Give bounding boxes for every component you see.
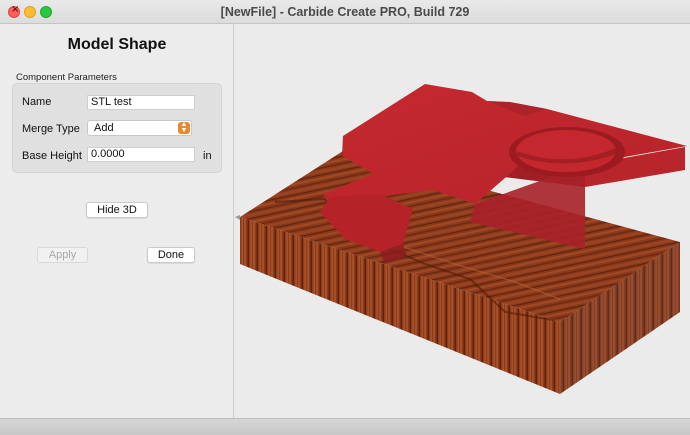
merge-type-select[interactable]: Add ▲ ▼: [87, 120, 192, 136]
name-label: Name: [22, 96, 52, 108]
apply-button[interactable]: Apply: [37, 247, 88, 263]
3d-viewport[interactable]: [235, 24, 690, 418]
panel-title: Model Shape: [67, 36, 167, 53]
done-button[interactable]: Done: [147, 247, 195, 263]
viewport-edge-marker: [235, 215, 240, 220]
base-height-field[interactable]: 0.0000: [87, 147, 195, 162]
model-shape-panel: Model Shape Component Parameters Name ST…: [0, 24, 234, 418]
select-chevron-icon: ▲ ▼: [178, 121, 190, 134]
bore-hole: [516, 130, 616, 172]
merge-type-label: Merge Type: [22, 123, 80, 135]
hide-3d-button[interactable]: Hide 3D: [86, 202, 148, 218]
component-parameters-label: Component Parameters: [16, 72, 117, 83]
title-bar: [NewFile] - Carbide Create PRO, Build 72…: [0, 0, 690, 24]
3d-model-render: [235, 84, 687, 394]
name-field[interactable]: STL test: [87, 95, 195, 110]
base-height-unit: in: [203, 150, 212, 162]
status-bar: [0, 418, 690, 435]
base-height-label: Base Height: [22, 150, 82, 162]
merge-type-value: Add: [94, 122, 114, 134]
window-title: [NewFile] - Carbide Create PRO, Build 72…: [220, 5, 470, 19]
